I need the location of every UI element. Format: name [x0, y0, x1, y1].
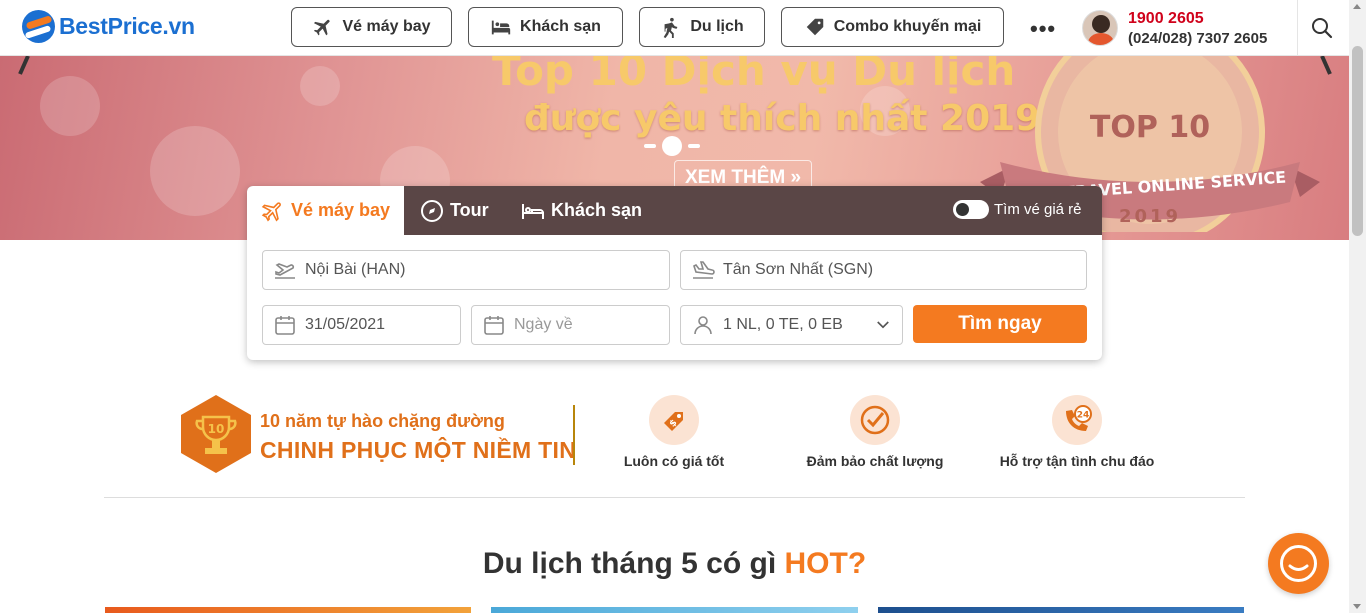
page: BestPrice.vn Vé máy bay Khách sạn Du lịc… [0, 0, 1366, 613]
return-date-placeholder: Ngày về [514, 316, 573, 333]
tab-flights[interactable]: Vé máy bay [247, 186, 404, 235]
banner-title: Top 10 Dịch vụ Du lịch [492, 56, 1016, 95]
from-airport-value: Nội Bài (HAN) [305, 261, 406, 278]
top-header: BestPrice.vn Vé máy bay Khách sạn Du lịc… [0, 0, 1349, 56]
bokeh-decoration [40, 76, 100, 136]
check-circle-icon [860, 405, 890, 435]
nav-flights-button[interactable]: Vé máy bay [291, 7, 452, 47]
cheap-fare-toggle-wrap: Tìm vé giá rẻ [953, 200, 1082, 219]
bokeh-decoration [300, 66, 340, 106]
plane-icon [314, 19, 331, 36]
carousel-dot-active[interactable] [662, 136, 682, 156]
pride-divider [573, 405, 575, 465]
hot-title-highlight: HOT? [784, 547, 867, 580]
nav-combo-button[interactable]: Combo khuyến mại [781, 7, 1004, 47]
tab-tour-label: Tour [450, 200, 489, 220]
tab-flights-label: Vé máy bay [291, 200, 391, 220]
bokeh-decoration [150, 126, 240, 216]
price-tag-icon: $ [664, 412, 683, 431]
person-icon [694, 316, 712, 335]
bed-icon [491, 20, 511, 35]
feature-support: 24 Hỗ trợ tận tình chu đáo [997, 395, 1157, 469]
to-airport-field[interactable]: Tân Sơn Nhất (SGN) [680, 250, 1087, 290]
pride-headline: CHINH PHỤC MỘT NIỀM TIN [260, 437, 577, 463]
hot-title-text: Du lịch tháng 5 có gì [482, 547, 785, 580]
carousel-dot[interactable] [688, 144, 700, 148]
carousel-dot[interactable] [644, 144, 656, 148]
live-chat-button[interactable] [1268, 533, 1329, 594]
chat-icon [1280, 545, 1317, 582]
tab-tour[interactable]: Tour [420, 186, 489, 235]
feature-best-price: $ Luôn có giá tốt [614, 395, 734, 469]
phone-number[interactable]: (024/028) 7307 2605 [1128, 30, 1267, 47]
support-24-icon: 24 [1066, 405, 1092, 431]
nav-tours-label: Du lịch [690, 18, 744, 35]
plane-icon [261, 201, 281, 222]
flight-search-widget: Vé máy bay Tour Khách sạn Tìm vé giá rẻ … [247, 186, 1102, 360]
return-date-field[interactable]: Ngày về [471, 305, 670, 345]
chevron-down-icon [877, 321, 889, 329]
passenger-value: 1 NL, 0 TE, 0 EB [723, 316, 843, 333]
bed-icon [522, 203, 544, 219]
scroll-up-icon[interactable] [1353, 4, 1361, 9]
feature-support-label: Hỗ trợ tận tình chu đáo [999, 453, 1155, 469]
trophy-number: 10 [208, 422, 225, 436]
feature-quality: Đảm bảo chất lượng [800, 395, 950, 469]
hotline-number[interactable]: 1900 2605 [1128, 10, 1204, 28]
carousel-dots [644, 136, 700, 156]
tab-hotels-label: Khách sạn [551, 200, 643, 220]
to-airport-value: Tân Sơn Nhất (SGN) [723, 261, 874, 278]
search-tabs: Vé máy bay Tour Khách sạn Tìm vé giá rẻ [247, 186, 1102, 235]
nav-hotels-button[interactable]: Khách sạn [468, 7, 623, 47]
search-submit-button[interactable]: Tìm ngay [913, 305, 1087, 343]
search-icon[interactable] [1310, 16, 1334, 40]
cheap-fare-label: Tìm vé giá rẻ [994, 201, 1082, 218]
trophy-10-years-icon: 10 [181, 395, 251, 473]
page-scrollbar[interactable] [1349, 0, 1366, 613]
banner-subtitle: được yêu thích nhất 2019 [524, 98, 1041, 139]
hot-card-thumbnail[interactable] [105, 607, 471, 613]
cheap-fare-toggle[interactable] [953, 200, 989, 219]
tag-icon [806, 18, 823, 36]
badge-top10-text: TOP 10 [1090, 110, 1210, 145]
depart-date-field[interactable]: 31/05/2021 [262, 305, 461, 345]
calendar-icon [484, 316, 504, 335]
depart-date-value: 31/05/2021 [305, 316, 386, 333]
logo-tld: .vn [162, 13, 195, 39]
tab-hotels[interactable]: Khách sạn [521, 186, 642, 235]
support-agent-avatar [1082, 10, 1118, 46]
hiker-icon [663, 17, 678, 38]
nav-hotels-label: Khách sạn [520, 18, 601, 35]
from-airport-field[interactable]: Nội Bài (HAN) [262, 250, 670, 290]
hot-card-thumbnail[interactable] [878, 607, 1244, 613]
feature-best-price-label: Luôn có giá tốt [623, 453, 725, 469]
support-24-text: 24 [1077, 411, 1090, 421]
more-menu-button[interactable]: ••• [1030, 16, 1056, 42]
landing-icon [693, 261, 715, 279]
badge-year-text: 2019 [1119, 206, 1181, 227]
scroll-down-icon[interactable] [1353, 604, 1361, 609]
scrollbar-thumb[interactable] [1352, 46, 1363, 236]
takeoff-icon [275, 263, 295, 279]
nav-flights-label: Vé máy bay [342, 18, 431, 35]
feature-quality-label: Đảm bảo chất lượng [806, 453, 944, 469]
hot-card-thumbnail[interactable] [491, 607, 858, 613]
logo-text: BestPrice [59, 13, 163, 39]
bestprice-logo[interactable]: BestPrice.vn [22, 10, 195, 43]
carousel-prev-icon[interactable] [14, 56, 34, 76]
pride-tagline: 10 năm tự hào chặng đường [260, 411, 505, 431]
nav-combo-label: Combo khuyến mại [833, 18, 982, 35]
hot-section-title: Du lịch tháng 5 có gì HOT? [0, 547, 1349, 581]
compass-icon [421, 199, 443, 222]
calendar-icon [275, 316, 295, 335]
header-divider [1297, 0, 1298, 56]
nav-tours-button[interactable]: Du lịch [639, 7, 765, 47]
section-divider [104, 497, 1245, 498]
logo-mark-icon [22, 10, 55, 43]
passenger-selector[interactable]: 1 NL, 0 TE, 0 EB [680, 305, 903, 345]
